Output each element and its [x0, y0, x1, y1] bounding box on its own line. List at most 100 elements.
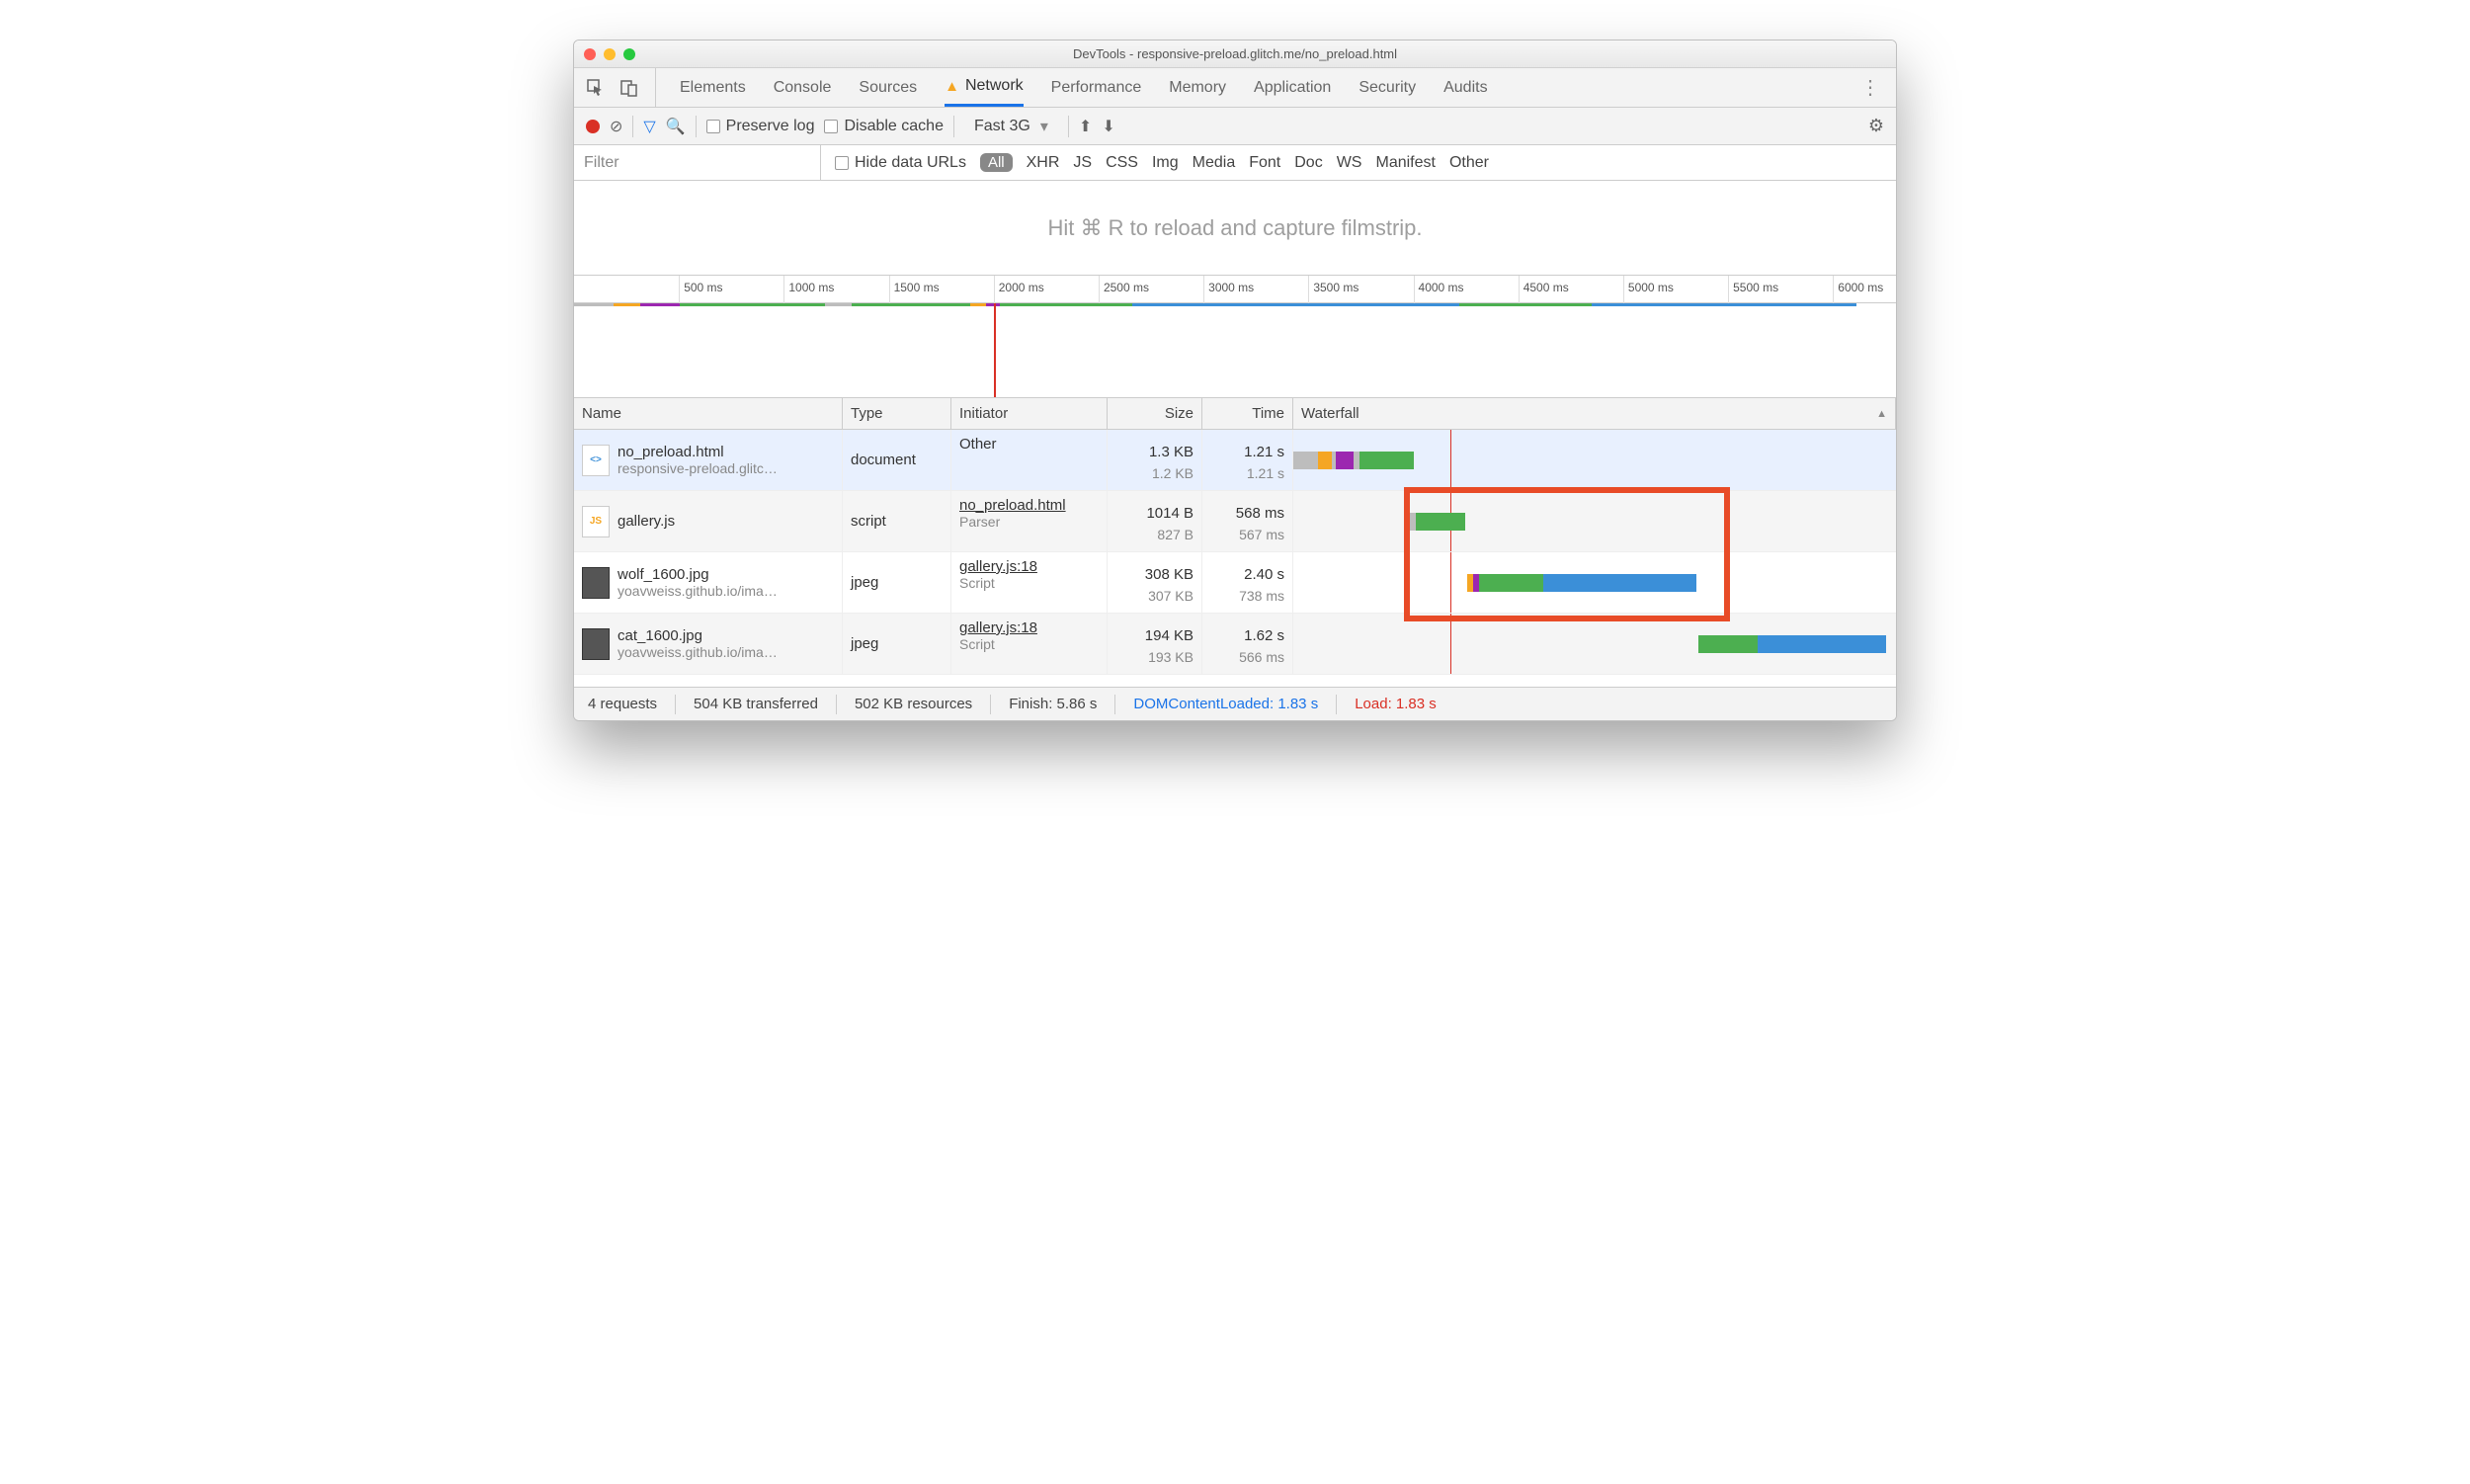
- request-waterfall[interactable]: [1293, 614, 1896, 674]
- tab-console[interactable]: Console: [774, 68, 832, 107]
- request-name: cat_1600.jpg: [618, 627, 778, 644]
- tab-sources[interactable]: Sources: [859, 68, 917, 107]
- filter-input[interactable]: [574, 145, 821, 180]
- request-initiator[interactable]: gallery.js:18: [959, 558, 1099, 575]
- col-name-header[interactable]: Name: [574, 398, 843, 429]
- status-resources: 502 KB resources: [855, 696, 972, 712]
- filter-type-font[interactable]: Font: [1249, 154, 1280, 172]
- request-time: 1.21 s1.21 s: [1202, 430, 1293, 490]
- filter-bar: Hide data URLs All XHR JS CSS Img Media Font D…: [574, 145, 1896, 181]
- window-title: DevTools - responsive-preload.glitch.me/…: [574, 46, 1896, 61]
- status-transferred: 504 KB transferred: [694, 696, 818, 712]
- request-size: 1.3 KB1.2 KB: [1108, 430, 1202, 490]
- request-row[interactable]: cat_1600.jpgyoavweiss.github.io/ima…jpeg…: [574, 614, 1896, 675]
- request-table: <>no_preload.htmlresponsive-preload.glit…: [574, 430, 1896, 675]
- col-initiator-header[interactable]: Initiator: [951, 398, 1108, 429]
- tab-network[interactable]: ▲Network: [945, 68, 1024, 107]
- tab-memory[interactable]: Memory: [1169, 68, 1226, 107]
- preserve-log-checkbox[interactable]: Preserve log: [706, 118, 815, 135]
- col-size-header[interactable]: Size: [1108, 398, 1202, 429]
- throttling-select[interactable]: Fast 3G▾: [964, 117, 1058, 136]
- divider: [1068, 116, 1069, 137]
- filter-type-xhr[interactable]: XHR: [1027, 154, 1060, 172]
- col-time-header[interactable]: Time: [1202, 398, 1293, 429]
- window-titlebar: DevTools - responsive-preload.glitch.me/…: [574, 41, 1896, 68]
- search-icon[interactable]: 🔍: [666, 117, 686, 136]
- timeline-tick: 1000 ms: [783, 276, 834, 303]
- request-time: 1.62 s566 ms: [1202, 614, 1293, 674]
- record-button[interactable]: [586, 120, 600, 133]
- request-name: wolf_1600.jpg: [618, 566, 778, 583]
- request-initiator[interactable]: no_preload.html: [959, 497, 1099, 514]
- more-menu-icon[interactable]: ⋮: [1854, 75, 1886, 100]
- hide-data-urls-checkbox[interactable]: Hide data URLs: [835, 154, 966, 172]
- filter-type-other[interactable]: Other: [1449, 154, 1489, 172]
- filter-type-doc[interactable]: Doc: [1294, 154, 1322, 172]
- divider: [696, 116, 697, 137]
- status-bar: 4 requests 504 KB transferred 502 KB res…: [574, 687, 1896, 720]
- timeline-load-marker: [994, 303, 996, 397]
- tab-elements[interactable]: Elements: [680, 68, 746, 107]
- status-load: Load: 1.83 s: [1355, 696, 1437, 712]
- disable-cache-checkbox[interactable]: Disable cache: [824, 118, 944, 135]
- img-file-icon: [582, 567, 610, 599]
- settings-icon[interactable]: ⚙: [1868, 116, 1884, 136]
- request-time: 568 ms567 ms: [1202, 491, 1293, 551]
- tab-security[interactable]: Security: [1358, 68, 1416, 107]
- tab-performance[interactable]: Performance: [1051, 68, 1142, 107]
- filter-type-js[interactable]: JS: [1073, 154, 1092, 172]
- timeline-tick: 4500 ms: [1519, 276, 1569, 303]
- inspect-icon[interactable]: [584, 76, 608, 100]
- tab-application[interactable]: Application: [1254, 68, 1331, 107]
- request-row[interactable]: JSgallery.jsscriptno_preload.htmlParser1…: [574, 491, 1896, 552]
- request-initiator: Other: [959, 436, 1099, 453]
- tab-audits[interactable]: Audits: [1443, 68, 1487, 107]
- status-domcontentloaded: DOMContentLoaded: 1.83 s: [1133, 696, 1318, 712]
- filter-type-manifest[interactable]: Manifest: [1375, 154, 1435, 172]
- status-requests: 4 requests: [588, 696, 657, 712]
- devtools-window: DevTools - responsive-preload.glitch.me/…: [573, 40, 1897, 721]
- request-type: jpeg: [843, 614, 951, 674]
- import-har-icon[interactable]: ⬇: [1102, 117, 1114, 136]
- request-waterfall[interactable]: [1293, 491, 1896, 551]
- timeline-tick: 5500 ms: [1728, 276, 1778, 303]
- filter-type-img[interactable]: Img: [1152, 154, 1179, 172]
- request-waterfall[interactable]: [1293, 552, 1896, 613]
- request-type: script: [843, 491, 951, 551]
- timeline-tick: 2000 ms: [994, 276, 1044, 303]
- devtools-tabbar: Elements Console Sources ▲Network Performanc…: [574, 68, 1896, 108]
- request-waterfall[interactable]: [1293, 430, 1896, 490]
- html-file-icon: <>: [582, 445, 610, 476]
- request-domain: responsive-preload.glitc…: [618, 460, 778, 476]
- filter-icon[interactable]: ▽: [643, 117, 655, 136]
- js-file-icon: JS: [582, 506, 610, 537]
- table-header: Name Type Initiator Size Time Waterfall▲: [574, 398, 1896, 430]
- timeline-tick: 3000 ms: [1203, 276, 1254, 303]
- timeline-overview[interactable]: 500 ms1000 ms1500 ms2000 ms2500 ms3000 m…: [574, 276, 1896, 398]
- device-toggle-icon[interactable]: [618, 76, 641, 100]
- col-type-header[interactable]: Type: [843, 398, 951, 429]
- filter-type-ws[interactable]: WS: [1337, 154, 1362, 172]
- request-size: 1014 B827 B: [1108, 491, 1202, 551]
- request-row[interactable]: <> no_preload.htmlresponsive-preload.glit…: [574, 430, 1896, 491]
- request-type: jpeg: [843, 552, 951, 613]
- timeline-tick: 5000 ms: [1623, 276, 1674, 303]
- divider: [953, 116, 954, 137]
- timeline-tick: 6000 ms: [1833, 276, 1883, 303]
- timeline-tick: 2500 ms: [1099, 276, 1149, 303]
- col-waterfall-header[interactable]: Waterfall▲: [1293, 398, 1896, 429]
- timeline-tick: 500 ms: [679, 276, 722, 303]
- request-initiator[interactable]: gallery.js:18: [959, 619, 1099, 636]
- clear-icon[interactable]: ⊘: [610, 117, 622, 136]
- divider: [632, 116, 633, 137]
- filmstrip-area: Hit ⌘ R to reload and capture filmstrip.: [574, 181, 1896, 276]
- request-name: no_preload.html: [618, 444, 778, 460]
- timeline-tick: 3500 ms: [1308, 276, 1358, 303]
- filter-type-css[interactable]: CSS: [1106, 154, 1138, 172]
- filter-all-pill[interactable]: All: [980, 153, 1013, 172]
- export-har-icon[interactable]: ⬆: [1079, 117, 1092, 136]
- request-row[interactable]: wolf_1600.jpgyoavweiss.github.io/ima…jpe…: [574, 552, 1896, 614]
- filter-type-media[interactable]: Media: [1193, 154, 1236, 172]
- img-file-icon: [582, 628, 610, 660]
- request-time: 2.40 s738 ms: [1202, 552, 1293, 613]
